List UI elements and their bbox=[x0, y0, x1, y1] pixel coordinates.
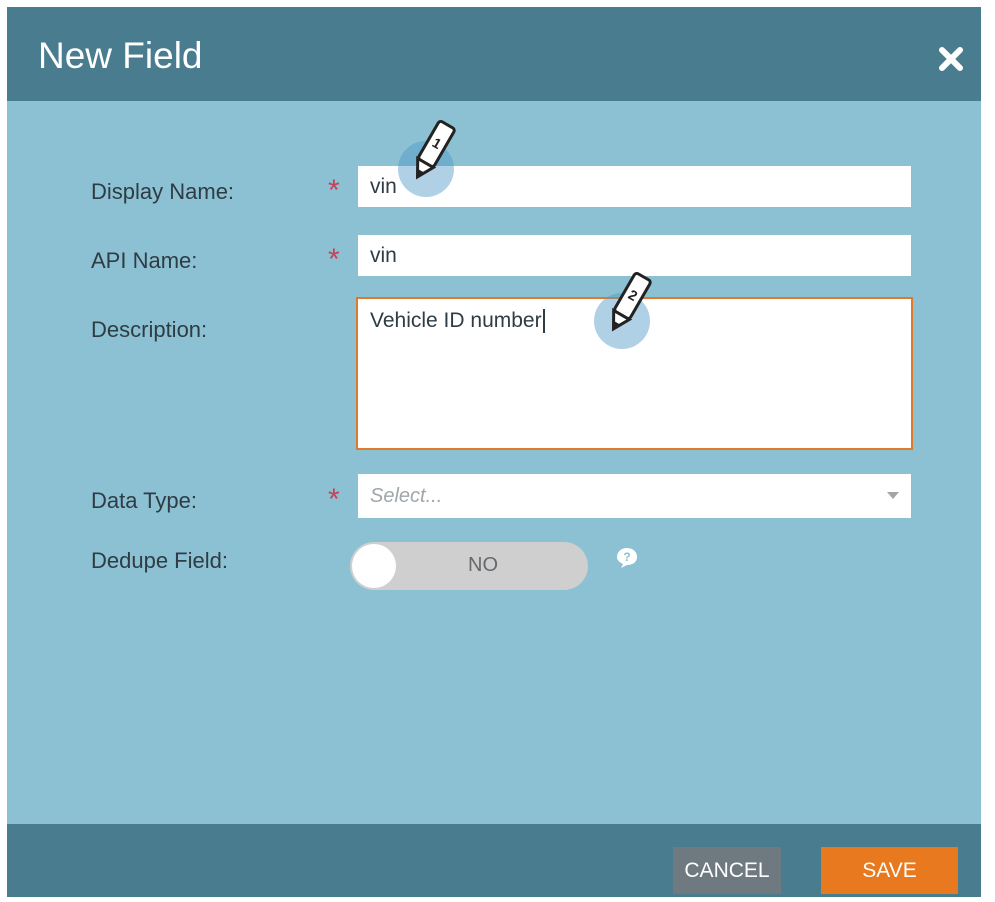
required-indicator: * bbox=[328, 243, 340, 276]
description-text: Vehicle ID number bbox=[370, 309, 542, 332]
pencil-icon: 2 bbox=[611, 271, 652, 332]
required-indicator: * bbox=[328, 483, 340, 516]
dedupe-field-toggle[interactable]: NO bbox=[350, 542, 588, 590]
svg-text:?: ? bbox=[623, 550, 630, 564]
text-caret bbox=[542, 309, 545, 334]
data-type-select[interactable]: Select... bbox=[358, 474, 911, 518]
dialog-footer: CANCEL SAVE bbox=[7, 824, 981, 897]
cancel-button[interactable]: CANCEL bbox=[673, 847, 781, 894]
close-icon[interactable] bbox=[936, 44, 966, 74]
annotation-marker-1: 1 bbox=[398, 119, 458, 197]
save-button[interactable]: SAVE bbox=[821, 847, 958, 894]
data-type-placeholder: Select... bbox=[370, 485, 443, 507]
api-name-label: API Name: bbox=[91, 248, 198, 273]
dropdown-arrow-icon bbox=[887, 492, 899, 499]
new-field-dialog: New Field Display Name: * vin API Name: … bbox=[7, 7, 981, 897]
data-type-label: Data Type: bbox=[91, 488, 197, 513]
display-name-label: Display Name: bbox=[91, 179, 235, 204]
pencil-icon: 1 bbox=[415, 119, 456, 180]
description-label: Description: bbox=[91, 317, 208, 342]
dialog-header: New Field bbox=[7, 7, 981, 101]
dedupe-field-label: Dedupe Field: bbox=[91, 548, 228, 573]
dialog-body: Display Name: * vin API Name: * vin Desc… bbox=[7, 101, 981, 824]
toggle-knob bbox=[352, 544, 396, 588]
required-indicator: * bbox=[328, 174, 340, 207]
dialog-title: New Field bbox=[38, 35, 203, 76]
help-bubble-icon[interactable]: ? bbox=[616, 547, 638, 569]
annotation-marker-2: 2 bbox=[594, 271, 654, 349]
toggle-state-label: NO bbox=[468, 554, 498, 576]
